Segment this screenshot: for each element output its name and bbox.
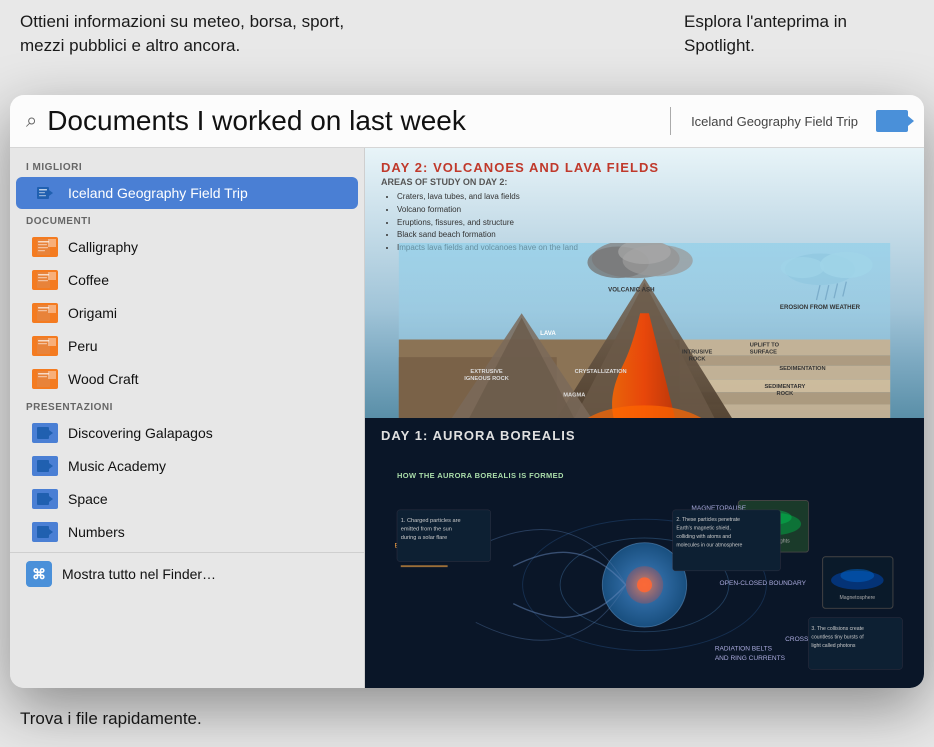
sidebar-item-numbers[interactable]: Numbers — [16, 516, 358, 548]
section-presentations: PRESENTAZIONI — [10, 396, 364, 416]
search-icon: ⌕ — [26, 110, 37, 133]
svg-text:Magnetosphere: Magnetosphere — [839, 595, 875, 601]
item-label-woodcraft: Wood Craft — [68, 371, 139, 387]
finder-label: Mostra tutto nel Finder… — [62, 566, 216, 582]
svg-text:3. The collisions create: 3. The collisions create — [811, 626, 864, 632]
sidebar-item-origami[interactable]: Origami — [16, 297, 358, 329]
keynote-icon-music — [32, 456, 58, 476]
annotation-bottom-left: Trova i file rapidamente. — [20, 709, 202, 729]
item-label-galapagos: Discovering Galapagos — [68, 425, 213, 441]
svg-text:1. Charged particles are: 1. Charged particles are — [401, 518, 461, 524]
sidebar-item-coffee[interactable]: Coffee — [16, 264, 358, 296]
keynote-icon-galapagos — [32, 423, 58, 443]
pages-icon-coffee — [32, 270, 58, 290]
annotation-top-left: Ottieni informazioni su meteo, borsa, sp… — [20, 10, 380, 58]
svg-text:countless tiny bursts of: countless tiny bursts of — [811, 634, 864, 640]
svg-text:colliding with atoms and: colliding with atoms and — [676, 534, 731, 540]
svg-text:molecules in our atmosphere: molecules in our atmosphere — [676, 542, 742, 548]
svg-text:Earth's magnetic shield,: Earth's magnetic shield, — [676, 526, 730, 532]
sidebar-item-galapagos[interactable]: Discovering Galapagos — [16, 417, 358, 449]
item-label-origami: Origami — [68, 305, 117, 321]
svg-text:INTRUSIVE: INTRUSIVE — [682, 349, 713, 355]
item-label-coffee: Coffee — [68, 272, 109, 288]
sidebar-item-musicacademy[interactable]: Music Academy — [16, 450, 358, 482]
aurora-diagram: HOW THE AURORA BOREALIS IS FORMED BOW SH… — [365, 463, 924, 688]
item-label-numbers: Numbers — [68, 524, 125, 540]
search-preview-label: Iceland Geography Field Trip — [691, 114, 858, 129]
sidebar-item-iceland[interactable]: Iceland Geography Field Trip — [16, 177, 358, 209]
sidebar: I MIGLIORI Iceland Geography Field Trip … — [10, 148, 365, 688]
svg-text:ROCK: ROCK — [777, 390, 795, 396]
svg-text:HOW THE AURORA BOREALIS IS FOR: HOW THE AURORA BOREALIS IS FORMED — [397, 471, 564, 480]
svg-text:EROSION FROM WEATHER: EROSION FROM WEATHER — [780, 303, 861, 310]
svg-text:CRYSTALLIZATION: CRYSTALLIZATION — [575, 368, 627, 374]
sidebar-item-woodcraft[interactable]: Wood Craft — [16, 363, 358, 395]
preview-panel: DAY 2: VOLCANOES AND LAVA FIELDS AREAS O… — [365, 148, 924, 688]
annotation-top-right: Esplora l'anteprima in Spotlight. — [684, 10, 904, 58]
pages-icon-woodcraft — [32, 369, 58, 389]
section-documents: DOCUMENTI — [10, 210, 364, 230]
pages-icon-origami — [32, 303, 58, 323]
item-label-space: Space — [68, 491, 108, 507]
preview-doc-icon — [876, 110, 908, 132]
keynote-icon-numbers — [32, 522, 58, 542]
sidebar-item-space[interactable]: Space — [16, 483, 358, 515]
pages-icon-peru — [32, 336, 58, 356]
svg-text:⌘: ⌘ — [32, 566, 46, 582]
svg-text:emitted from the sun: emitted from the sun — [401, 527, 452, 533]
spotlight-window: ⌕ Documents I worked on last week Icelan… — [10, 95, 924, 688]
svg-text:SEDIMENTATION: SEDIMENTATION — [779, 366, 825, 372]
item-label-peru: Peru — [68, 338, 98, 354]
pages-icon-calligraphy — [32, 237, 58, 257]
item-label-musicacademy: Music Academy — [68, 458, 166, 474]
search-divider — [670, 107, 671, 135]
item-label-iceland: Iceland Geography Field Trip — [68, 185, 248, 201]
svg-text:VOLCANIC ASH: VOLCANIC ASH — [608, 286, 655, 293]
search-query[interactable]: Documents I worked on last week — [47, 105, 660, 137]
svg-text:MAGMA: MAGMA — [563, 392, 585, 398]
volcano-section: DAY 2: VOLCANOES AND LAVA FIELDS AREAS O… — [365, 148, 924, 418]
svg-text:2. These particles penetrate: 2. These particles penetrate — [676, 517, 740, 523]
search-bar: ⌕ Documents I worked on last week Icelan… — [10, 95, 924, 148]
sidebar-item-calligraphy[interactable]: Calligraphy — [16, 231, 358, 263]
item-label-calligraphy: Calligraphy — [68, 239, 138, 255]
svg-text:UPLIFT TO: UPLIFT TO — [750, 342, 780, 348]
keynote-icon-space — [32, 489, 58, 509]
volcano-subtitle: AREAS OF STUDY ON DAY 2: — [381, 177, 908, 187]
svg-text:SEDIMENTARY: SEDIMENTARY — [765, 383, 806, 389]
svg-text:light called photons: light called photons — [811, 643, 855, 649]
volcano-title: DAY 2: VOLCANOES AND LAVA FIELDS — [381, 160, 908, 175]
finder-icon: ⌘ — [26, 561, 52, 587]
keynote-icon — [32, 183, 58, 203]
finder-item[interactable]: ⌘ Mostra tutto nel Finder… — [10, 552, 364, 595]
aurora-section: DAY 1: AURORA BOREALIS — [365, 418, 924, 688]
volcano-diagram: VOLCANIC ASH LAVA UPLIFT TO SURFACE EROS… — [365, 243, 924, 419]
main-content: I MIGLIORI Iceland Geography Field Trip … — [10, 148, 924, 688]
svg-text:during a solar flare: during a solar flare — [401, 535, 447, 541]
svg-text:SURFACE: SURFACE — [750, 349, 777, 355]
svg-text:ROCK: ROCK — [689, 356, 707, 362]
svg-text:AND RING CURRENTS: AND RING CURRENTS — [715, 655, 786, 662]
svg-text:IGNEOUS ROCK: IGNEOUS ROCK — [464, 375, 509, 381]
svg-text:EXTRUSIVE: EXTRUSIVE — [470, 368, 502, 374]
svg-text:OPEN-CLOSED BOUNDARY: OPEN-CLOSED BOUNDARY — [720, 580, 807, 587]
svg-text:RADIATION BELTS: RADIATION BELTS — [715, 646, 773, 653]
svg-text:LAVA: LAVA — [540, 330, 556, 337]
aurora-header: DAY 1: AURORA BOREALIS — [365, 418, 924, 449]
sidebar-item-peru[interactable]: Peru — [16, 330, 358, 362]
section-best: I MIGLIORI — [10, 156, 364, 176]
aurora-title: DAY 1: AURORA BOREALIS — [381, 428, 908, 443]
